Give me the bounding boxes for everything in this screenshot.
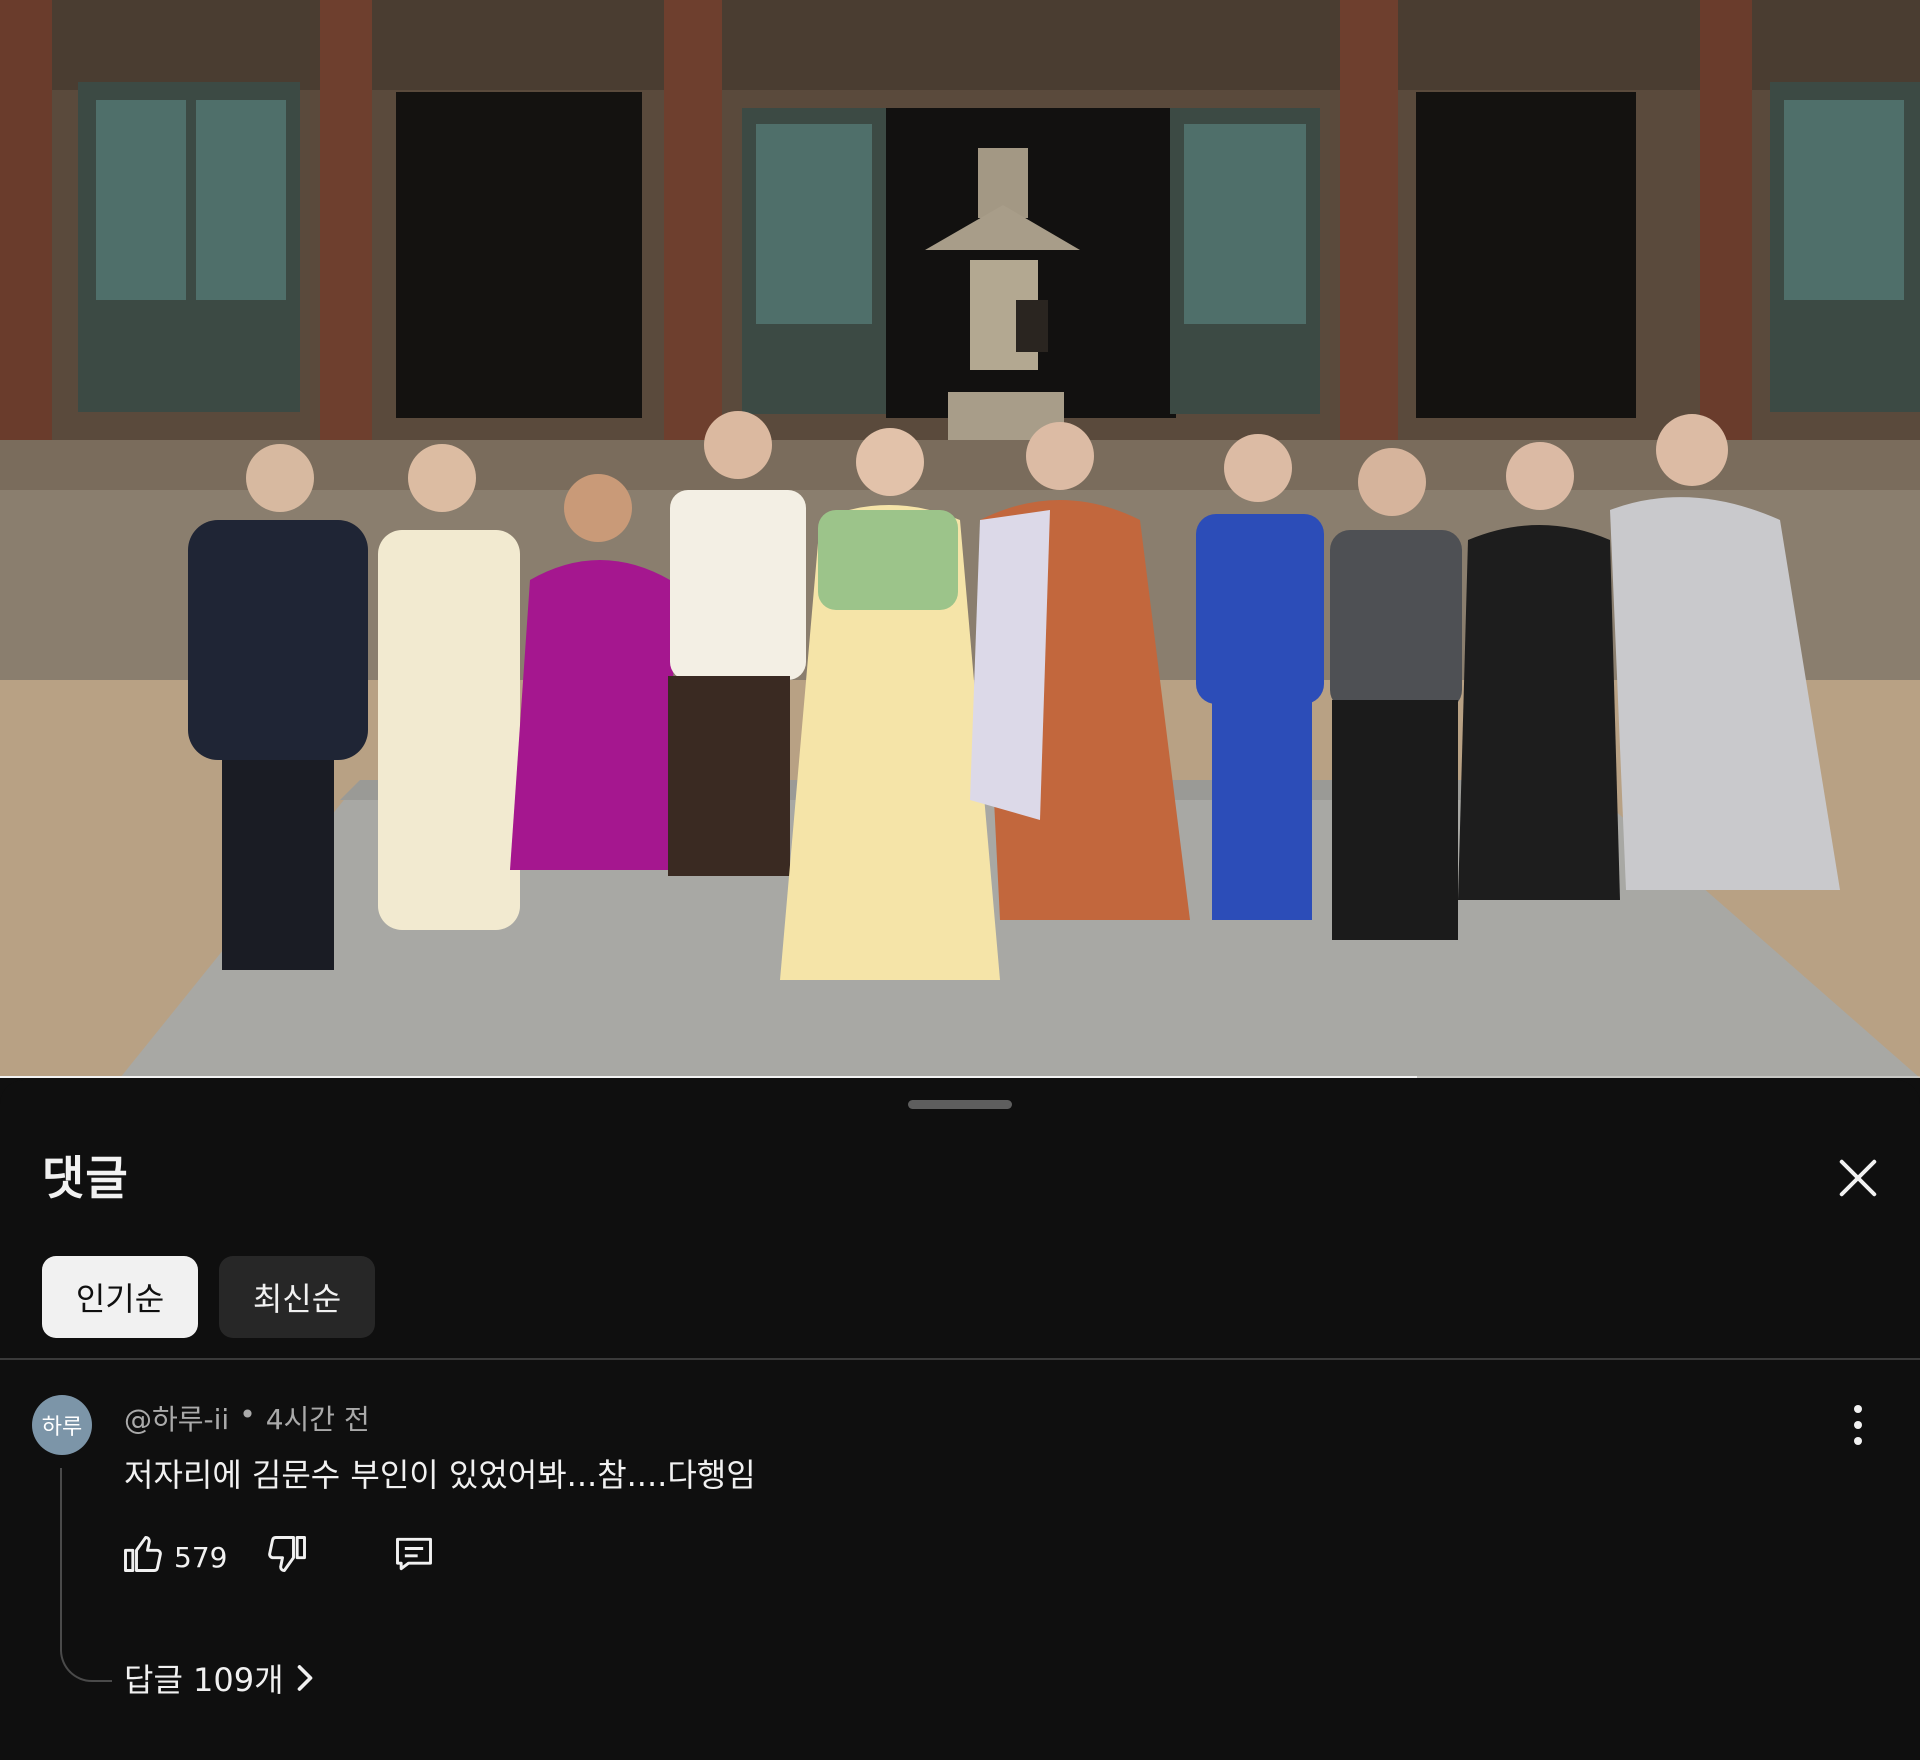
video-progress-fill bbox=[0, 1076, 1417, 1078]
video-progress-bar[interactable] bbox=[0, 1076, 1920, 1078]
comments-title: 댓글 bbox=[42, 1151, 129, 1205]
reply-comment-icon bbox=[396, 1537, 432, 1571]
comment-time: 4시간 전 bbox=[265, 1403, 370, 1436]
sort-chip-newest[interactable]: 최신순 bbox=[219, 1256, 375, 1338]
more-options-icon[interactable] bbox=[1840, 1405, 1876, 1449]
comment-meta: @하루-ii • 4시간 전 bbox=[124, 1398, 370, 1438]
replies-label: 답글 109개 bbox=[124, 1661, 284, 1699]
sort-chip-popular[interactable]: 인기순 bbox=[42, 1256, 198, 1338]
like-button[interactable] bbox=[120, 1532, 164, 1580]
dislike-button[interactable] bbox=[266, 1532, 310, 1580]
view-replies-link[interactable]: 답글 109개 bbox=[124, 1655, 316, 1701]
comment-author[interactable]: @하루-ii bbox=[124, 1398, 229, 1438]
drag-handle[interactable] bbox=[908, 1100, 1012, 1109]
video-player[interactable] bbox=[0, 0, 1920, 1078]
close-icon[interactable] bbox=[1830, 1150, 1886, 1206]
comment-text: 저자리에 김문수 부인이 있었어봐...참....다행임 bbox=[124, 1456, 756, 1494]
video-frame-image bbox=[0, 0, 1920, 1078]
chevron-right-icon bbox=[297, 1665, 312, 1691]
thumbs-down-icon bbox=[268, 1536, 306, 1572]
meta-separator: • bbox=[239, 1398, 256, 1431]
like-count: 579 bbox=[174, 1541, 228, 1574]
thread-line bbox=[60, 1468, 112, 1682]
reply-button[interactable] bbox=[390, 1532, 438, 1580]
divider bbox=[0, 1358, 1920, 1360]
thumbs-up-icon bbox=[124, 1536, 162, 1572]
avatar[interactable]: 하루 bbox=[32, 1395, 92, 1455]
